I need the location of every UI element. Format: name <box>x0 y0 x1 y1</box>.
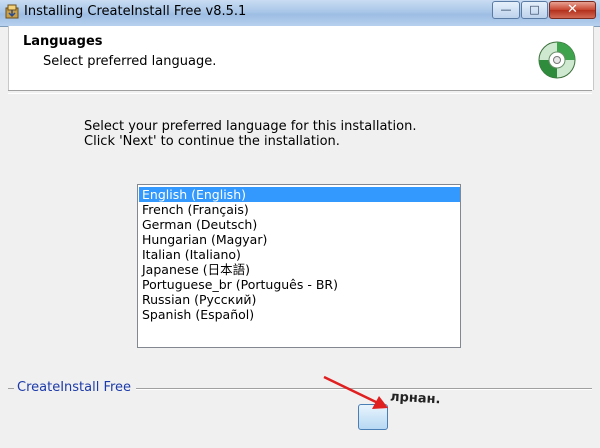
annotation-arrow-icon <box>323 375 388 409</box>
